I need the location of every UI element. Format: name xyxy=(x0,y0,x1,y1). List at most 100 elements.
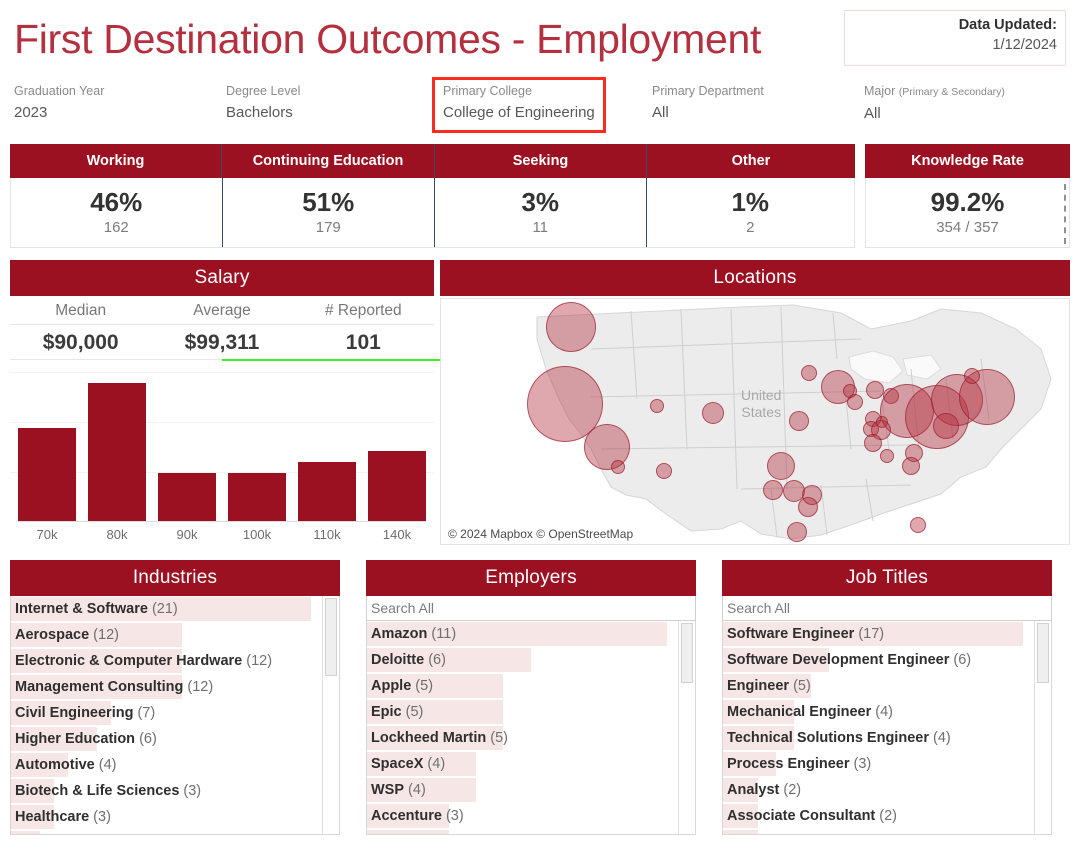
salary-bar[interactable] xyxy=(18,428,76,522)
employers-panel-title: Employers xyxy=(366,560,696,596)
salary-bar[interactable] xyxy=(368,450,426,522)
list-item[interactable]: Software Engineer (17) xyxy=(723,621,1034,647)
employers-scrollbar[interactable] xyxy=(678,621,695,834)
list-item[interactable]: Lockheed Martin (5) xyxy=(367,725,678,751)
data-updated-box: Data Updated: 1/12/2024 xyxy=(844,10,1066,66)
knowledge-rate-label: Knowledge Rate xyxy=(865,144,1070,178)
list-item[interactable]: Management Consulting (12) xyxy=(11,674,322,700)
salary-stat-value-text: $99,311 xyxy=(184,331,260,354)
kpi-outcomes-table: Working Continuing Education Seeking Other … xyxy=(10,144,855,248)
job-titles-search-input[interactable]: Search All xyxy=(722,596,1052,621)
list-item[interactable]: Process Engineer (3) xyxy=(723,751,1034,777)
employers-list-body[interactable]: Amazon (11) Deloitte (6) Apple (5) Epic (5)… xyxy=(366,621,696,835)
data-updated-label: Data Updated: xyxy=(958,17,1057,33)
map-location-bubble[interactable] xyxy=(656,463,672,479)
employers-search-input[interactable]: Search All xyxy=(366,596,696,621)
list-item[interactable]: Software Development Engineer (6) xyxy=(723,647,1034,673)
employers-scroll-thumb[interactable] xyxy=(681,623,693,683)
map-location-bubble[interactable] xyxy=(650,399,664,413)
industries-scrollbar[interactable] xyxy=(322,596,339,834)
map-container[interactable]: United States © 2024 Mapbox © OpenStreetM… xyxy=(440,298,1070,545)
salary-stat-label-text: # Reported xyxy=(324,302,402,319)
list-item-label: Accenture (3) xyxy=(371,808,464,824)
list-item-bar xyxy=(367,830,449,834)
list-item[interactable]: Internet & Software (21) xyxy=(11,596,322,622)
list-item[interactable]: Aerospace (12) xyxy=(11,622,322,648)
locations-panel: Locations United States © 2024 Mapbox © … xyxy=(440,260,1070,545)
salary-axis-ticks: 70k 80k 90k 100k 110k 140k xyxy=(10,527,434,542)
list-item[interactable]: Apple (5) xyxy=(367,673,678,699)
map-location-bubble[interactable] xyxy=(546,302,596,352)
list-item[interactable]: Analyst (2) xyxy=(723,777,1034,803)
kpi-cell-other: 1% 2 xyxy=(647,178,855,247)
filter-graduation-year[interactable]: Graduation Year 2023 xyxy=(14,82,104,126)
salary-stat-value: $99,311 xyxy=(151,327,292,359)
map-location-bubble[interactable] xyxy=(847,394,863,410)
industries-list-body[interactable]: Internet & Software (21) Aerospace (12) El… xyxy=(10,596,340,835)
list-item[interactable]: Higher Education (6) xyxy=(11,726,322,752)
map-location-bubble[interactable] xyxy=(611,460,625,474)
list-item-bar xyxy=(11,831,40,834)
list-item[interactable]: Biotech & Life Sciences (3) xyxy=(11,778,322,804)
list-item-label: Healthcare (3) xyxy=(15,809,111,825)
list-item-bar xyxy=(723,830,759,834)
map-location-bubble[interactable] xyxy=(798,497,818,517)
filter-bar: Graduation Year 2023 Degree Level Bachelors… xyxy=(0,76,1080,134)
list-item-label: Management Consulting (12) xyxy=(15,679,214,695)
map-country-label: United States xyxy=(741,387,781,421)
map-location-bubble[interactable] xyxy=(880,449,894,463)
salary-bar[interactable] xyxy=(298,462,356,522)
list-item[interactable]: Civil Engineering (7) xyxy=(11,700,322,726)
map-location-bubble[interactable] xyxy=(933,413,959,439)
list-item[interactable]: Epic (5) xyxy=(367,699,678,725)
map-location-bubble[interactable] xyxy=(787,522,807,542)
job-titles-scrollbar[interactable] xyxy=(1034,621,1051,834)
list-item[interactable]: Automotive (4) xyxy=(11,752,322,778)
kpi-header-continuing-education: Continuing Education xyxy=(222,144,435,178)
salary-stat-label-text: Median xyxy=(55,302,107,319)
map-location-bubble[interactable] xyxy=(964,368,980,384)
list-item[interactable]: Healthcare (3) xyxy=(11,804,322,830)
job-titles-list-body[interactable]: Software Engineer (17) Software Developme… xyxy=(722,621,1052,835)
knowledge-rate-header: Knowledge Rate xyxy=(865,144,1070,178)
salary-axis-tick: 90k xyxy=(176,527,198,542)
map-location-bubble[interactable] xyxy=(767,452,795,480)
list-item[interactable]: Electronic & Computer Hardware (12) xyxy=(11,648,322,674)
list-item[interactable]: Carnegie Mellon University (3) xyxy=(367,829,678,834)
list-item[interactable]: Technical Solutions Engineer (4) xyxy=(723,725,1034,751)
list-item[interactable]: Accenture (3) xyxy=(367,803,678,829)
kpi-percent: 3% xyxy=(521,187,560,217)
salary-stat-values: $90,000 $99,311 101 xyxy=(10,327,434,359)
list-item[interactable]: CPG - Consumer Packaged Goods (2) xyxy=(11,830,322,834)
industries-scroll-thumb[interactable] xyxy=(325,598,337,676)
filter-primary-department[interactable]: Primary Department All xyxy=(652,82,764,126)
map-location-bubble[interactable] xyxy=(866,381,884,399)
map-location-bubble[interactable] xyxy=(910,517,926,533)
filter-label: Graduation Year xyxy=(14,84,105,98)
list-item[interactable]: Engineer (5) xyxy=(723,673,1034,699)
job-titles-scroll-thumb[interactable] xyxy=(1037,623,1049,683)
filter-major[interactable]: Major (Primary & Secondary) All xyxy=(864,82,1005,127)
list-item[interactable]: Deloitte (6) xyxy=(367,647,678,673)
map-location-bubble[interactable] xyxy=(789,411,809,431)
map-location-bubble[interactable] xyxy=(864,434,882,452)
filter-primary-college[interactable]: Primary College College of Engineering xyxy=(432,77,606,133)
filter-value: College of Engineering xyxy=(443,104,595,121)
map-location-bubble[interactable] xyxy=(902,457,920,475)
salary-rule-top xyxy=(10,324,434,325)
list-item[interactable]: Associate Engineer (2) xyxy=(723,829,1034,834)
list-item[interactable]: Associate Consultant (2) xyxy=(723,803,1034,829)
list-item[interactable]: WSP (4) xyxy=(367,777,678,803)
map-location-bubble[interactable] xyxy=(801,365,817,381)
kpi-header-row: Working Continuing Education Seeking Other xyxy=(10,144,855,178)
map-location-bubble[interactable] xyxy=(702,402,724,424)
filter-degree-level[interactable]: Degree Level Bachelors xyxy=(226,82,300,126)
knowledge-rate-count: 354 / 357 xyxy=(936,219,999,236)
salary-bar[interactable] xyxy=(158,473,216,522)
list-item[interactable]: Amazon (11) xyxy=(367,621,678,647)
list-item[interactable]: SpaceX (4) xyxy=(367,751,678,777)
list-item[interactable]: Mechanical Engineer (4) xyxy=(723,699,1034,725)
map-location-bubble[interactable] xyxy=(763,480,783,500)
salary-bar[interactable] xyxy=(228,473,286,522)
salary-bar[interactable] xyxy=(88,383,146,522)
